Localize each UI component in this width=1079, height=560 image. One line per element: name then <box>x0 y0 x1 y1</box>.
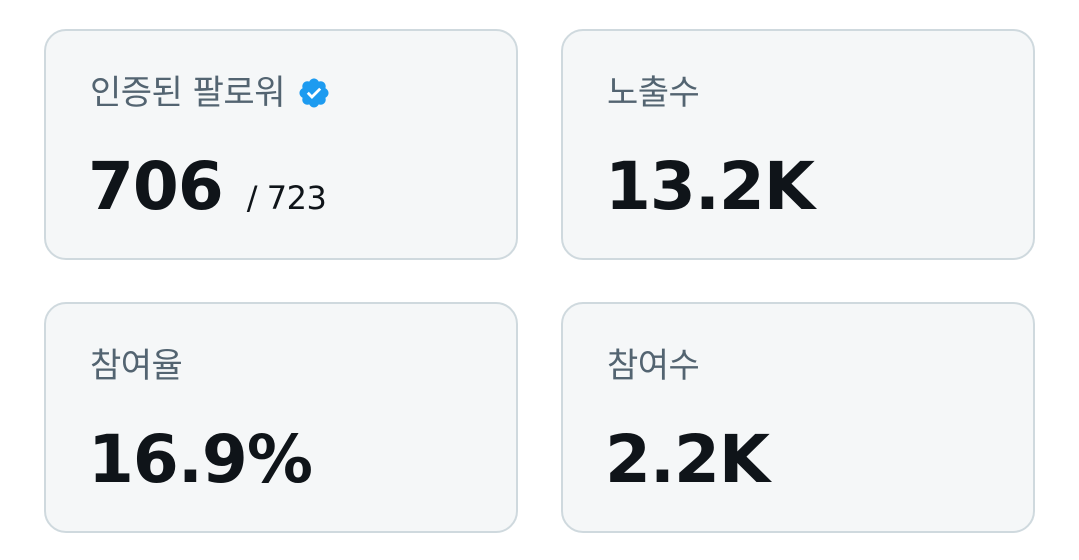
verified-followers-value-row: 706 / 723 <box>88 148 327 225</box>
verified-followers-label: 인증된 팔로워 <box>90 73 286 113</box>
verified-followers-value: 706 <box>88 148 224 225</box>
engagement-rate-label-row: 참여율 <box>90 344 183 388</box>
verified-followers-card[interactable]: 인증된 팔로워 706 / 723 <box>44 29 518 260</box>
verified-followers-total: / 723 <box>246 179 327 217</box>
engagement-rate-card[interactable]: 참여율 16.9% <box>44 302 518 533</box>
verified-badge-icon <box>297 76 331 110</box>
engagements-value: 2.2K <box>605 421 770 498</box>
impressions-value-row: 13.2K <box>605 148 815 225</box>
impressions-label: 노출수 <box>607 73 700 113</box>
engagement-rate-value: 16.9% <box>88 421 313 498</box>
engagements-label: 참여수 <box>607 346 700 386</box>
engagement-rate-value-row: 16.9% <box>88 421 313 498</box>
engagements-value-row: 2.2K <box>605 421 770 498</box>
impressions-value: 13.2K <box>605 148 815 225</box>
impressions-card[interactable]: 노출수 13.2K <box>561 29 1035 260</box>
verified-followers-label-row: 인증된 팔로워 <box>90 71 331 115</box>
engagement-rate-label: 참여율 <box>90 346 183 386</box>
impressions-label-row: 노출수 <box>607 71 700 115</box>
stats-grid: 인증된 팔로워 706 / 723 노출수 13.2K 참여율 16.9% 참여… <box>0 0 1079 560</box>
engagements-card[interactable]: 참여수 2.2K <box>561 302 1035 533</box>
engagements-label-row: 참여수 <box>607 344 700 388</box>
